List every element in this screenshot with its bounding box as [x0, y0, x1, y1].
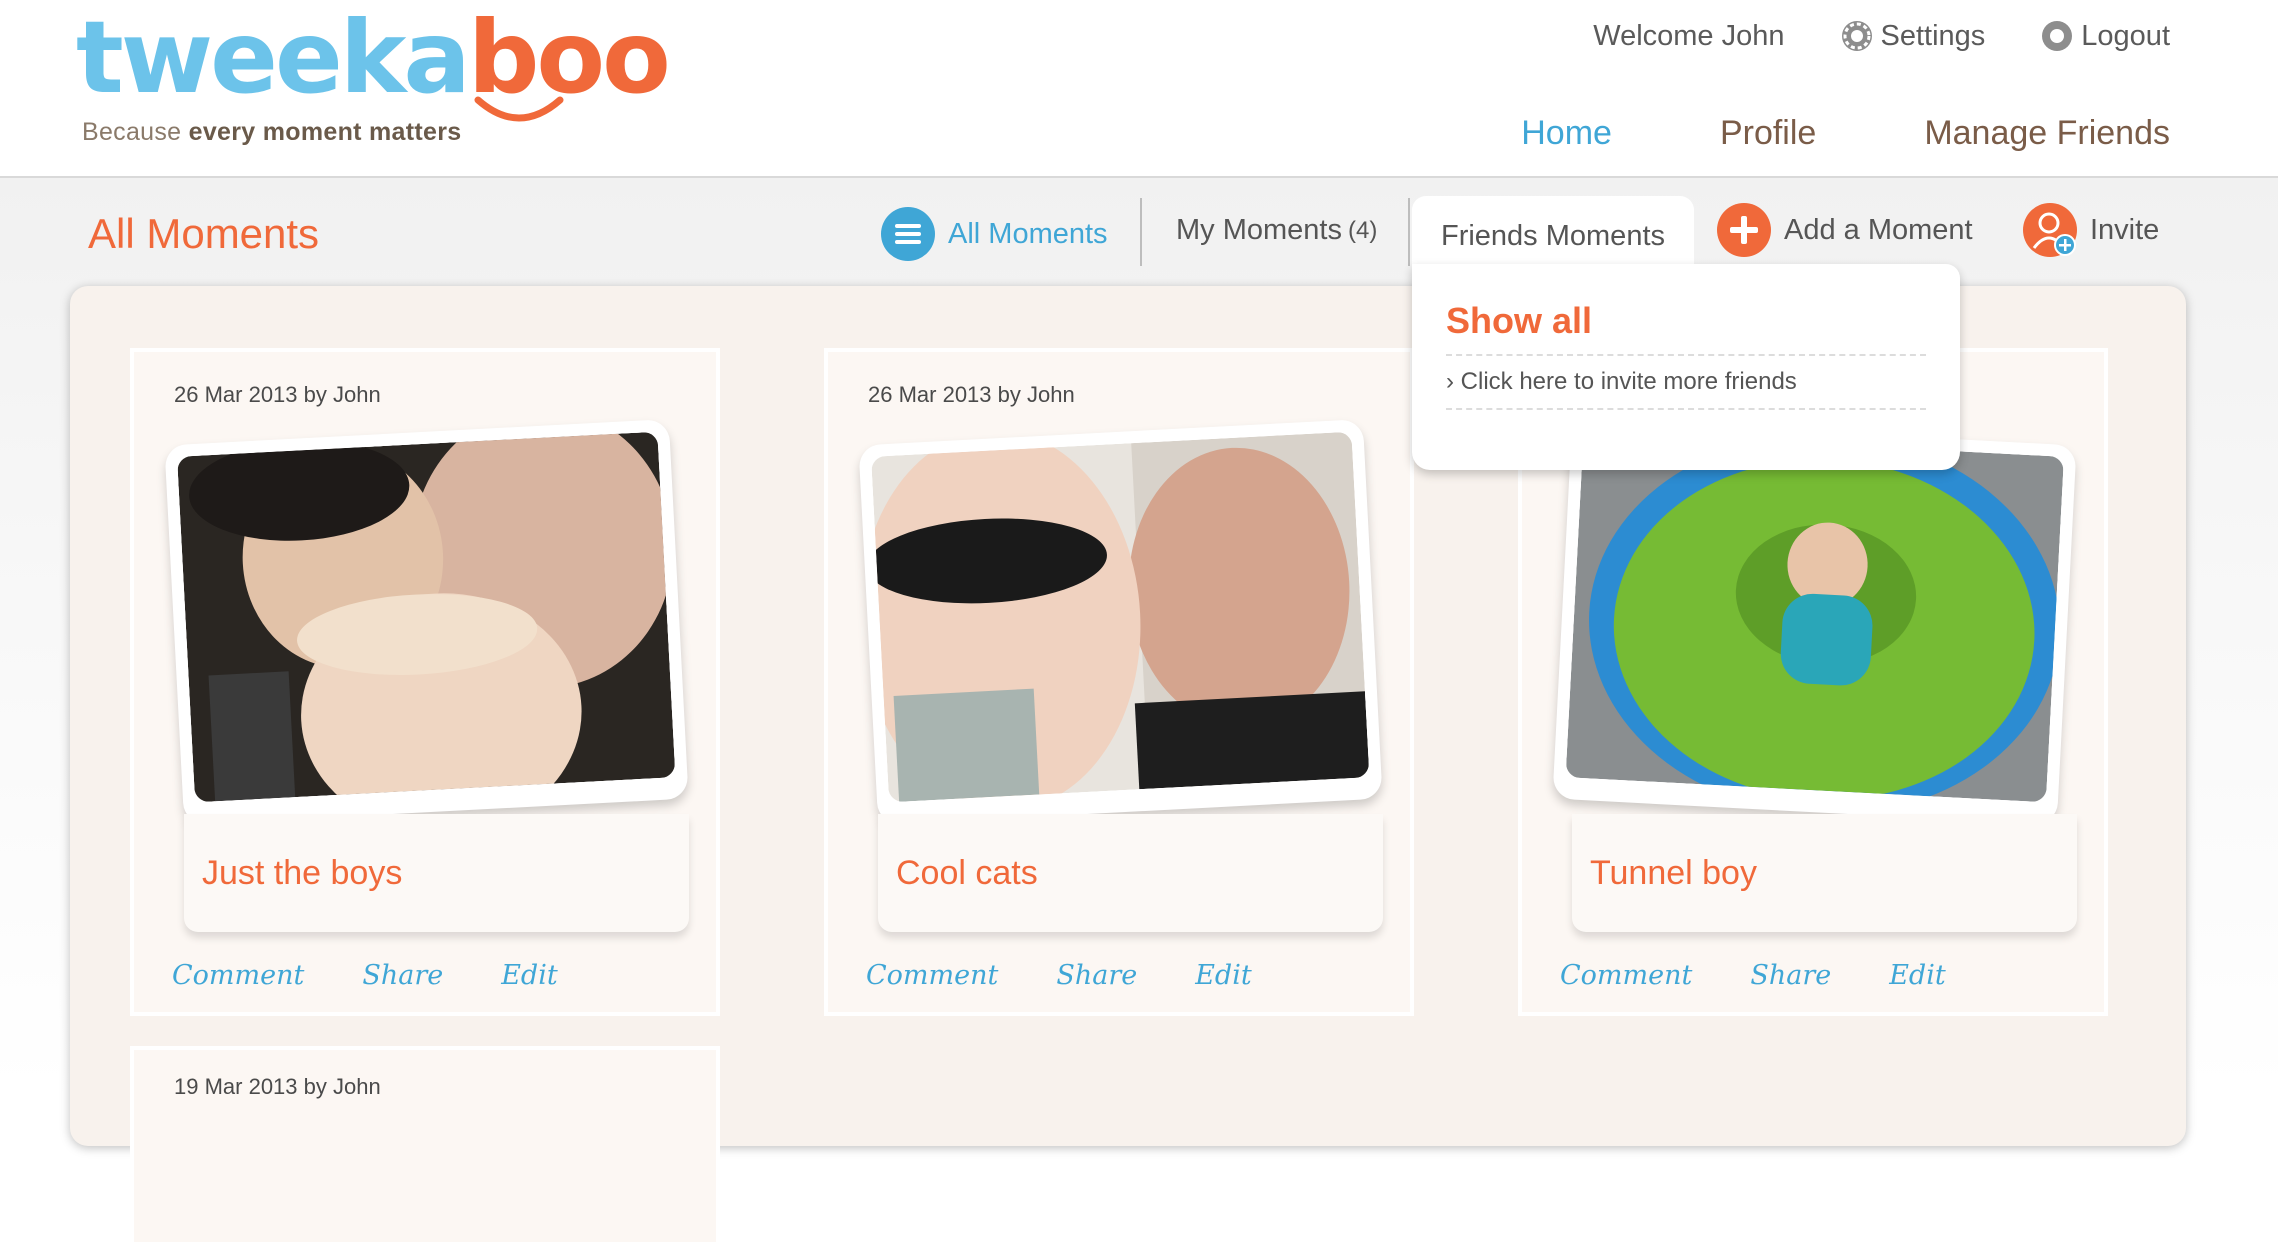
comment-link[interactable]: Comment [866, 960, 998, 991]
moment-card: 26 Mar 2013 by John Just the boys Commen… [130, 348, 720, 1016]
edit-link[interactable]: Edit [1889, 960, 1945, 991]
tab-divider [1140, 198, 1142, 266]
moment-card: 26 Mar 2013 by John Cool cats Comment Sh… [824, 348, 1414, 1016]
photo-boys-image [177, 431, 676, 803]
welcome-label: Welcome John [1593, 19, 1785, 52]
tab-all-moments[interactable]: All Moments [880, 206, 1108, 262]
tab-my-moments[interactable]: My Moments (4) [1176, 214, 1377, 247]
settings-label: Settings [1880, 19, 1986, 52]
photo-image [1565, 431, 2064, 803]
logo-smile-icon [474, 96, 564, 122]
add-moment-label: Add a Moment [1784, 213, 1973, 246]
tagline-start: Because [82, 118, 189, 146]
page-title: All Moments [88, 210, 320, 257]
caption-box: Just the boys [184, 814, 689, 932]
moment-caption[interactable]: Tunnel boy [1590, 854, 1757, 893]
logout-label: Logout [2081, 19, 2170, 52]
show-all-link[interactable]: Show all [1446, 300, 1592, 342]
invite-friends-link[interactable]: › Click here to invite more friends [1446, 368, 1797, 396]
moment-caption[interactable]: Cool cats [896, 854, 1038, 893]
share-link[interactable]: Share [1056, 960, 1137, 991]
gear-icon [1841, 21, 1872, 51]
tab-divider [1408, 198, 1410, 266]
photo-cool-cats-image [871, 431, 1370, 803]
moment-date: 26 Mar 2013 by John [868, 382, 1075, 407]
moment-actions: Comment Share Edit [1560, 960, 2004, 991]
moment-date: 26 Mar 2013 by John [174, 382, 381, 407]
settings-link[interactable]: Settings [1839, 18, 1986, 54]
moment-actions: Comment Share Edit [866, 960, 1310, 991]
tagline-bold: every moment matters [188, 118, 462, 146]
nav-home[interactable]: Home [1521, 114, 1612, 153]
moment-actions: Comment Share Edit [172, 960, 616, 991]
invite-user-icon [2023, 203, 2077, 257]
moment-date: 19 Mar 2013 by John [174, 1074, 381, 1099]
moment-card: 19 Mar 2013 by John [130, 1046, 720, 1246]
photo-image [871, 431, 1370, 803]
logo-wordmark: tweekaboo [76, 8, 671, 108]
comment-link[interactable]: Comment [1560, 960, 1692, 991]
photo-image [177, 431, 676, 803]
tab-all-label: All Moments [948, 217, 1108, 250]
welcome-text: Welcome John [1593, 20, 1784, 53]
moment-caption[interactable]: Just the boys [202, 854, 402, 893]
divider [1446, 354, 1926, 356]
invite-label: Invite [2090, 213, 2160, 246]
tweekaboo-logo[interactable]: tweekaboo Because every moment matters [76, 8, 671, 148]
edit-link[interactable]: Edit [501, 960, 557, 991]
divider [1446, 408, 1926, 410]
nav-profile[interactable]: Profile [1720, 114, 1816, 153]
logo-tagline: Because every moment matters [82, 118, 461, 147]
moment-photo[interactable] [858, 419, 1383, 825]
share-link[interactable]: Share [1750, 960, 1831, 991]
logo-text-blue: tweeka [76, 0, 471, 116]
moment-photo[interactable] [164, 419, 689, 825]
tab-my-count: (4) [1347, 216, 1378, 244]
share-link[interactable]: Share [362, 960, 443, 991]
invite-button[interactable]: Invite [2022, 202, 2159, 258]
edit-link[interactable]: Edit [1195, 960, 1251, 991]
site-header: tweekaboo Because every moment matters W… [0, 0, 2278, 178]
tab-friends-label: Friends Moments [1440, 220, 1665, 252]
caption-box: Cool cats [878, 814, 1383, 932]
tab-my-label: My Moments [1176, 214, 1342, 246]
list-icon [881, 207, 935, 261]
comment-link[interactable]: Comment [172, 960, 304, 991]
power-icon [2042, 21, 2073, 51]
caption-box: Tunnel boy [1572, 814, 2077, 932]
top-links: Welcome John Settings Logout [1593, 18, 2170, 54]
friends-moments-dropdown: Show all › Click here to invite more fri… [1412, 264, 1960, 470]
logout-link[interactable]: Logout [2039, 18, 2170, 54]
nav-manage-friends[interactable]: Manage Friends [1924, 114, 2170, 153]
add-moment-button[interactable]: Add a Moment [1716, 202, 1973, 258]
main-nav: Home Profile Manage Friends [1413, 114, 2170, 153]
moment-photo[interactable] [1552, 419, 2077, 825]
photo-tunnel-image [1565, 431, 2064, 803]
plus-icon [1717, 203, 1771, 257]
